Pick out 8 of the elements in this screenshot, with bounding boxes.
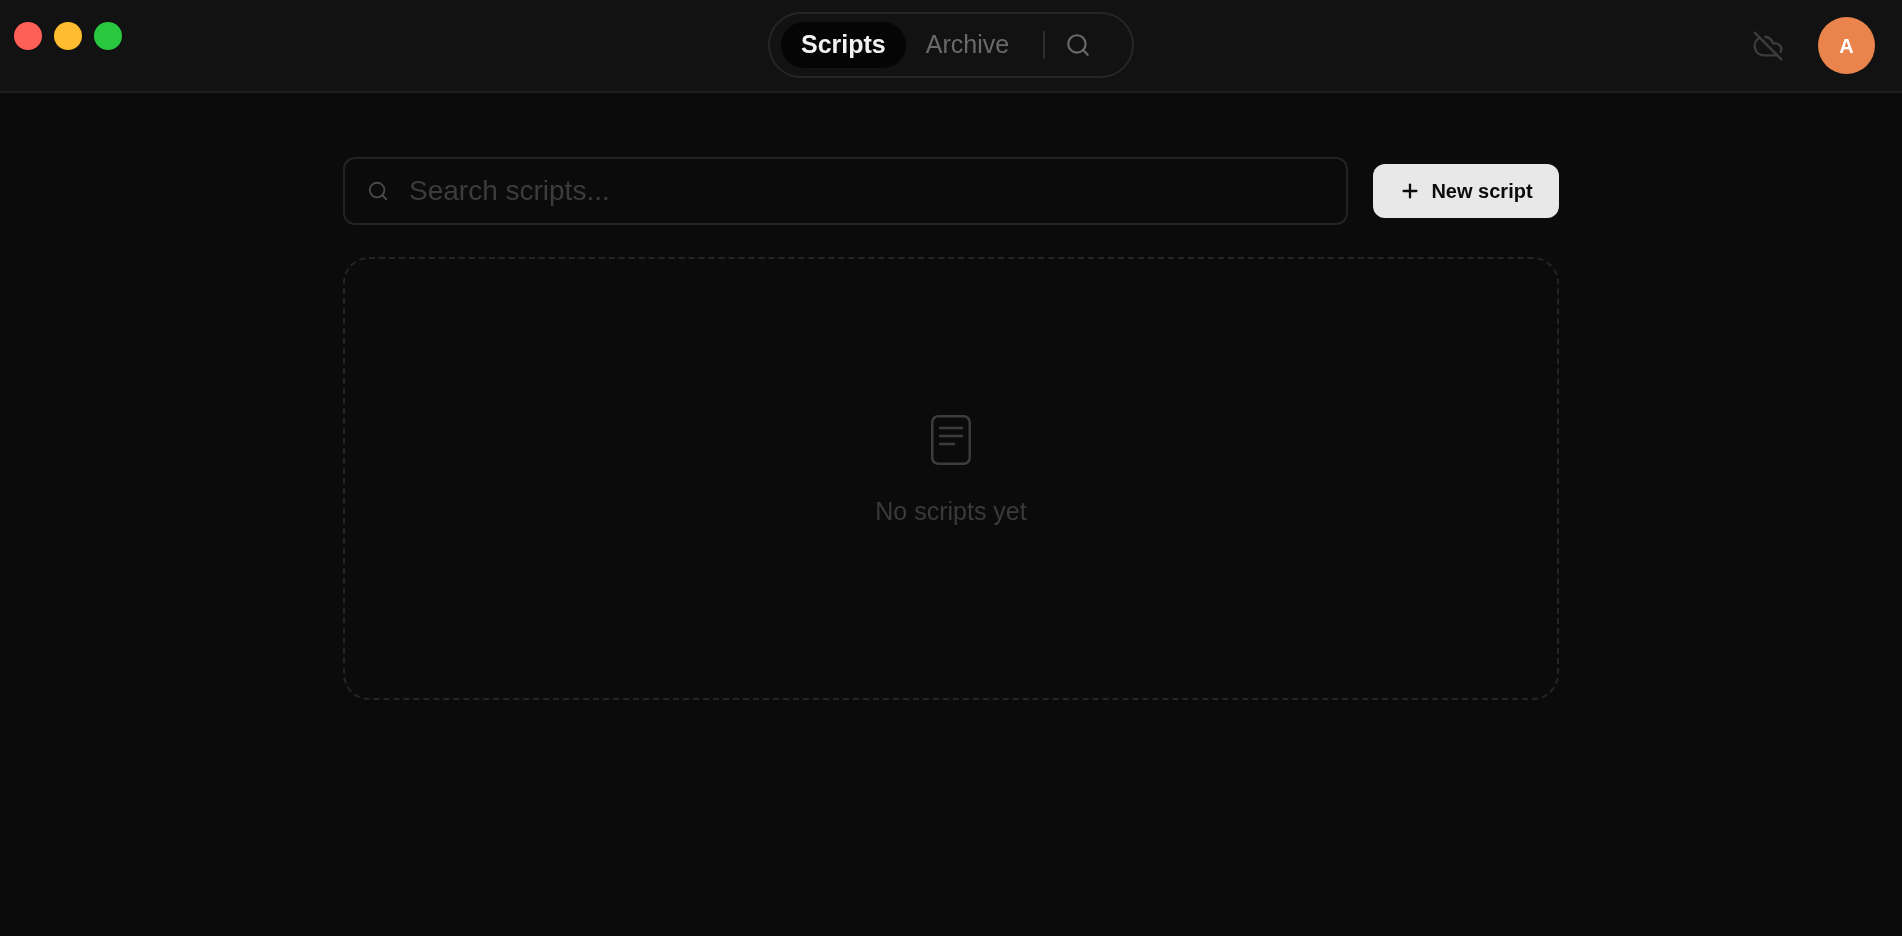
tab[interactable]: Scripts	[781, 22, 906, 68]
document-icon	[931, 414, 971, 465]
maximize-window-icon[interactable]	[94, 22, 122, 50]
new-script-button[interactable]: New script	[1373, 164, 1559, 218]
search-icon	[1065, 32, 1092, 58]
minimize-window-icon[interactable]	[54, 22, 82, 50]
search-icon	[367, 180, 389, 202]
close-window-icon[interactable]	[14, 22, 42, 50]
